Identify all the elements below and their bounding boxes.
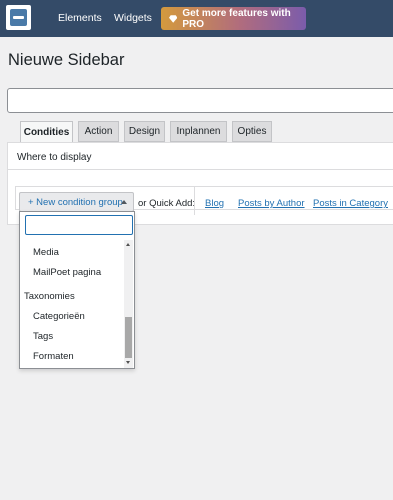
nav-widgets[interactable]: Widgets [114, 12, 152, 24]
quick-add-posts-in-category-link[interactable]: Posts in Category [313, 198, 388, 209]
get-pro-button[interactable]: Get more features with PRO [161, 7, 306, 30]
scrollbar-thumb[interactable] [125, 317, 132, 358]
sidebar-name-input[interactable] [7, 88, 393, 113]
dropdown-list: Media MailPoet pagina Taxonomies Categor… [20, 240, 124, 368]
tab-action[interactable]: Action [78, 121, 119, 142]
sidebar-logo-icon[interactable] [6, 5, 31, 30]
new-condition-group-select[interactable]: + New condition group [19, 192, 134, 212]
caret-up-icon [121, 200, 127, 204]
dropdown-option-media[interactable]: Media [33, 247, 59, 258]
get-pro-label: Get more features with PRO [182, 7, 291, 30]
new-condition-label: + New condition group [28, 196, 123, 208]
dropdown-option-mailpoet[interactable]: MailPoet pagina [33, 267, 101, 278]
page-title: Nieuwe Sidebar [8, 51, 125, 69]
tab-design[interactable]: Design [124, 121, 165, 142]
admin-top-bar: Elements Widgets Get more features with … [0, 0, 393, 37]
scroll-up-icon[interactable] [126, 243, 130, 246]
divider [194, 187, 195, 215]
dropdown-search-input[interactable] [25, 215, 133, 235]
quick-add-label: or Quick Add: [138, 198, 196, 209]
diamond-icon [169, 14, 178, 23]
quick-add-posts-by-author-link[interactable]: Posts by Author [238, 198, 305, 209]
tab-opties[interactable]: Opties [232, 121, 272, 142]
panel-title: Where to display [17, 152, 92, 163]
tab-condities[interactable]: Condities [20, 121, 73, 143]
quick-add-blog-link[interactable]: Blog [205, 198, 224, 209]
panel-header: Where to display [8, 143, 393, 170]
dropdown-option-categories[interactable]: Categorieën [33, 311, 85, 322]
scroll-down-icon[interactable] [126, 361, 130, 364]
dropdown-option-formats[interactable]: Formaten [33, 351, 74, 362]
nav-elements[interactable]: Elements [58, 12, 102, 24]
dropdown-group-taxonomies: Taxonomies [24, 291, 75, 302]
dropdown-scrollbar[interactable] [124, 240, 133, 368]
dropdown-option-tags[interactable]: Tags [33, 331, 53, 342]
tab-inplannen[interactable]: Inplannen [170, 121, 227, 142]
condition-dropdown: Media MailPoet pagina Taxonomies Categor… [19, 211, 135, 369]
